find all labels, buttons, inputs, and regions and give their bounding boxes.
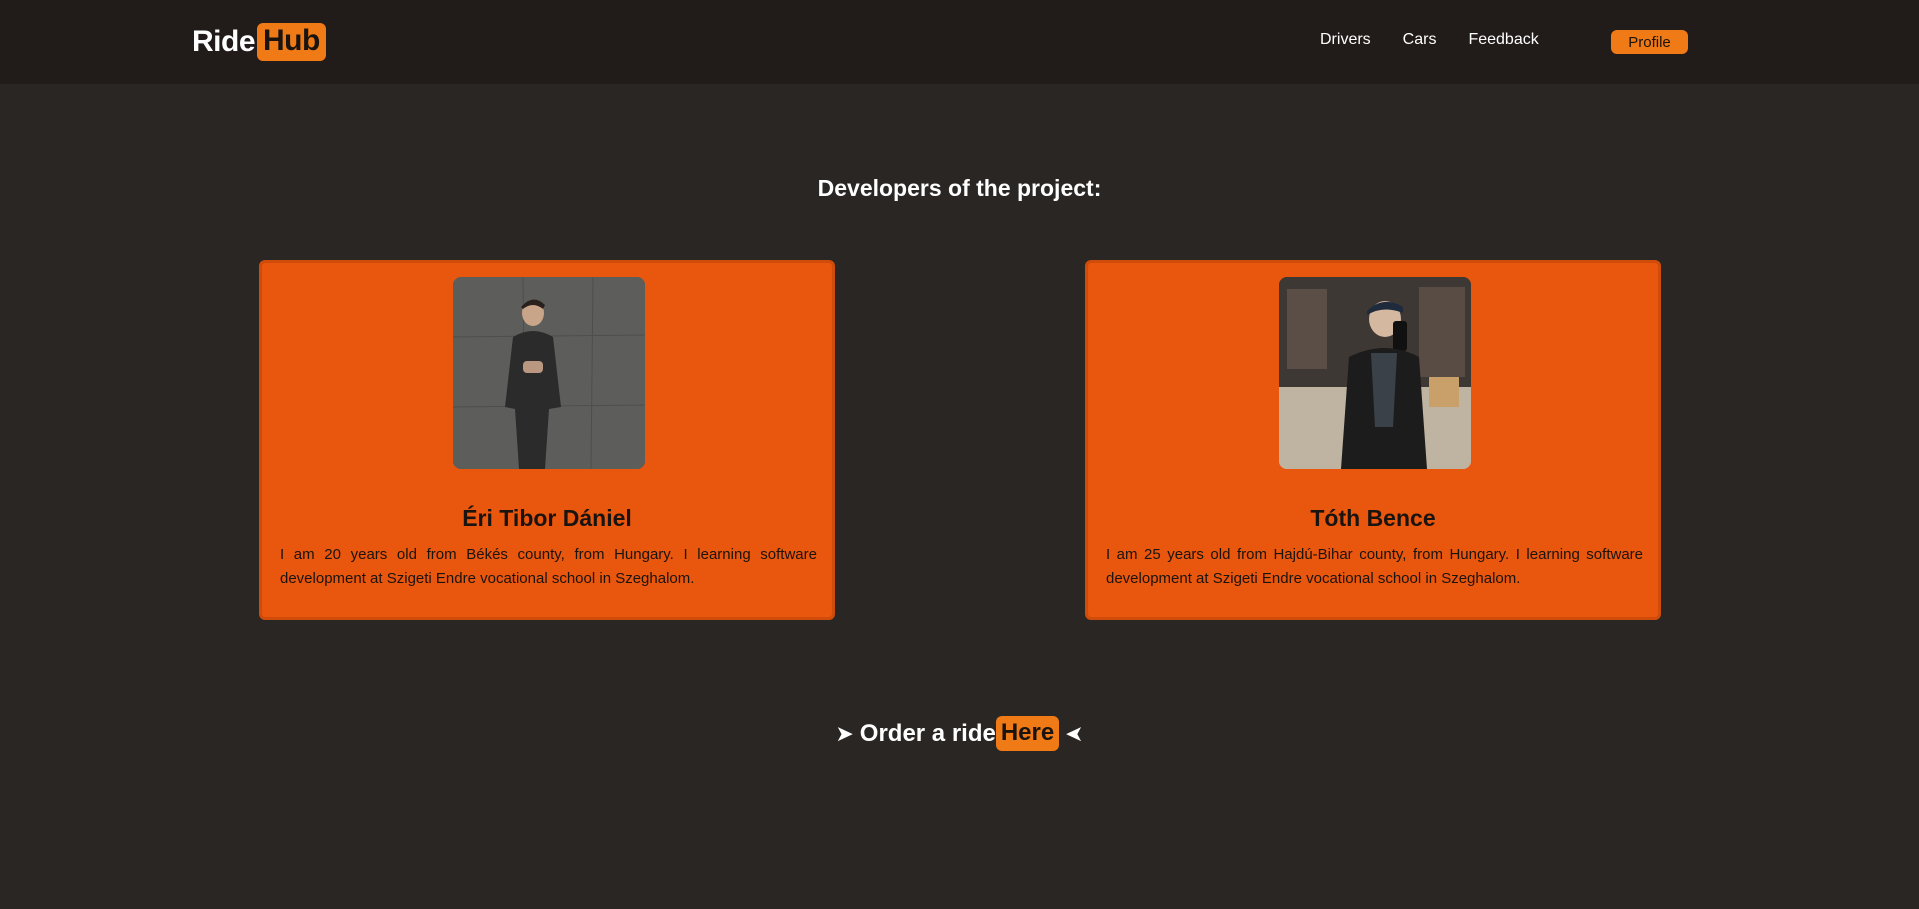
logo[interactable]: Ride Hub	[192, 21, 326, 63]
order-ride-cta: ➤ Order a ride Here ➤	[0, 716, 1919, 751]
developer-card: Éri Tibor Dániel I am 20 years old from …	[259, 260, 835, 620]
person-photo-image	[1279, 277, 1471, 469]
navbar: Ride Hub Drivers Cars Feedback Profile	[0, 0, 1919, 84]
order-here-link[interactable]: Here	[995, 716, 1060, 751]
developer-name: Tóth Bence	[1310, 505, 1436, 531]
developer-name: Éri Tibor Dániel	[462, 505, 632, 531]
arrow-right-icon: ➤	[835, 720, 854, 746]
nav-link-cars[interactable]: Cars	[1403, 31, 1437, 49]
logo-ride-text: Ride	[192, 25, 256, 58]
nav-link-feedback[interactable]: Feedback	[1468, 31, 1538, 49]
developer-bio: I am 25 years old from Hajdú-Bihar count…	[1106, 546, 1643, 587]
developer-bio: I am 20 years old from Békés county, fro…	[280, 546, 817, 587]
nav-link-drivers[interactable]: Drivers	[1320, 31, 1371, 49]
order-ride-text: Order a ride	[859, 719, 996, 747]
arrow-left-icon: ➤	[1065, 720, 1084, 746]
page-title: Developers of the project:	[817, 175, 1102, 201]
developer-card: Tóth Bence I am 25 years old from Hajdú-…	[1085, 260, 1661, 620]
developer-photo	[1279, 277, 1471, 469]
developer-photo	[453, 277, 645, 469]
logo-hub-text: Hub	[257, 23, 326, 61]
profile-button[interactable]: Profile	[1611, 30, 1688, 54]
person-photo-image	[453, 277, 645, 469]
nav-links: Drivers Cars Feedback	[1320, 31, 1571, 49]
